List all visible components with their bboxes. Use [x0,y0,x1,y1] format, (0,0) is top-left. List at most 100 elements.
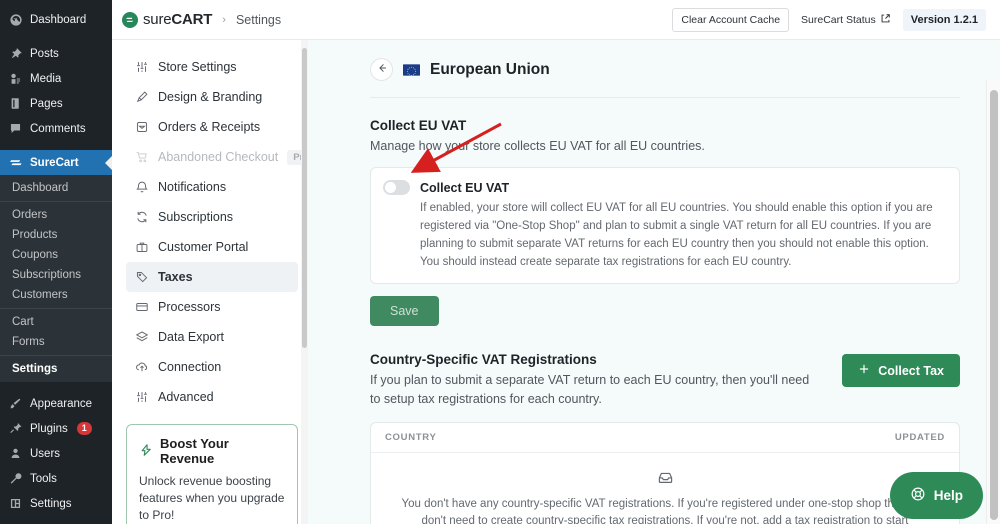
surecart-logo-mark-icon [122,11,138,28]
sliders-icon [134,390,149,405]
sidebar-item-taxes[interactable]: Taxes [126,262,298,292]
logo-bold-part: CART [171,11,213,28]
wrench-icon [8,471,23,486]
surecart-submenu-settings[interactable]: Settings [0,359,112,379]
surecart-submenu-subscriptions[interactable]: Subscriptions [0,265,112,285]
collect-eu-vat-toggle-row: Collect EU VAT [383,180,945,196]
collect-eu-vat-toggle-label: Collect EU VAT [420,180,510,195]
plug-icon [8,421,23,436]
surecart-submenu-customers[interactable]: Customers [0,285,112,305]
wp-menu-divider [0,516,112,524]
wp-menu-label: Plugins [30,422,68,435]
breadcrumb-separator-icon: › [222,13,226,26]
sidebar-item-label: Notifications [158,180,227,194]
sidebar-item-connection[interactable]: Connection [126,352,298,382]
wp-menu-label: Users [30,447,61,460]
surecart-wordmark: sureCART [143,11,212,28]
sidebar-item-subscriptions[interactable]: Subscriptions [126,202,298,232]
pin-icon [8,46,23,61]
wp-menu-item-appearance[interactable]: Appearance [0,391,112,416]
sidebar-item-label: Design & Branding [158,90,263,104]
wp-menu-item-plugins[interactable]: Plugins 1 [0,416,112,441]
boost-card-title: Boost Your Revenue [160,436,229,466]
sidebar-item-label: Subscriptions [158,210,234,224]
sidebar-item-orders-receipts[interactable]: Orders & Receipts [126,112,298,142]
header-actions: Clear Account Cache SureCart Status Vers… [672,7,986,32]
wp-menu-divider [0,141,112,150]
external-link-icon [880,13,891,27]
settings-nav: Store Settings Design & Branding Orders … [112,40,308,524]
wp-menu-divider [0,382,112,391]
wp-menu-divider [0,32,112,41]
wp-menu-label: Settings [30,497,72,510]
sidebar-item-advanced[interactable]: Advanced [126,382,298,412]
wp-menu-item-posts[interactable]: Posts [0,41,112,66]
comments-icon [8,121,23,136]
cart-icon [134,150,149,165]
surecart-logo[interactable]: sureCART [122,11,212,28]
breadcrumb[interactable]: Settings [236,13,281,27]
version-badge: Version 1.2.1 [902,8,986,31]
bell-icon [134,180,149,195]
sidebar-item-store-settings[interactable]: Store Settings [126,52,298,82]
wp-menu-item-users[interactable]: Users [0,441,112,466]
country-specific-text: Country-Specific VAT Registrations If yo… [370,352,822,407]
sidebar-item-label: Advanced [158,390,214,404]
surecart-status-label: SureCart Status [801,13,876,26]
wp-menu-item-pages[interactable]: Pages [0,91,112,116]
surecart-submenu-products[interactable]: Products [0,225,112,245]
wp-menu-item-media[interactable]: Media [0,66,112,91]
surecart-status-link[interactable]: SureCart Status [801,13,891,27]
collect-eu-vat-heading: Collect EU VAT [370,118,467,133]
wp-menu-item-settings[interactable]: Settings [0,491,112,516]
sidebar-item-customer-portal[interactable]: Customer Portal [126,232,298,262]
collect-tax-button[interactable]: Collect Tax [842,354,960,388]
surecart-submenu-orders[interactable]: Orders [0,205,112,225]
admin-screen: Dashboard Posts Media Pages Comments Sur… [0,0,1000,524]
sidebar-item-processors[interactable]: Processors [126,292,298,322]
wp-menu-label: Tools [30,472,57,485]
paint-icon [134,90,149,105]
surecart-submenu-forms[interactable]: Forms [0,332,112,352]
sidebar-item-label: Store Settings [158,60,237,74]
scrollbar-thumb[interactable] [302,48,307,348]
sidebar-item-label: Taxes [158,270,193,284]
surecart-submenu-cart[interactable]: Cart [0,312,112,332]
wp-menu-item-surecart[interactable]: SureCart [0,150,112,175]
collect-tax-label: Collect Tax [878,363,944,378]
sidebar-item-data-export[interactable]: Data Export [126,322,298,352]
settings-content: European Union Collect EU VAT Manage how… [308,40,1000,524]
plugins-update-badge: 1 [76,421,92,436]
sidebar-item-label: Customer Portal [158,240,249,254]
sidebar-item-label: Data Export [158,330,225,344]
wp-menu-label: Pages [30,97,63,110]
collect-eu-vat-description: If enabled, your store will collect EU V… [420,202,933,268]
settings-nav-scrollbar[interactable] [301,40,308,524]
sidebar-item-notifications[interactable]: Notifications [126,172,298,202]
clear-account-cache-button[interactable]: Clear Account Cache [672,7,790,32]
page-scrollbar[interactable] [986,80,1000,524]
lightning-icon [139,443,153,460]
back-button[interactable] [370,58,393,81]
dashboard-icon [8,12,23,27]
pages-icon [8,96,23,111]
wp-menu-item-comments[interactable]: Comments [0,116,112,141]
help-button[interactable]: Help [889,472,983,519]
scrollbar-thumb[interactable] [990,90,998,520]
collect-eu-vat-toggle[interactable] [383,180,410,196]
wp-menu-item-dashboard[interactable]: Dashboard [0,7,112,32]
wp-menu-item-tools[interactable]: Tools [0,466,112,491]
sidebar-item-abandoned-checkout[interactable]: Abandoned Checkout Pro [126,142,308,172]
sidebar-item-label: Processors [158,300,221,314]
lifebuoy-icon [910,486,926,505]
surecart-submenu-coupons[interactable]: Coupons [0,245,112,265]
logo-light-part: sure [143,11,172,28]
sliders-icon [134,60,149,75]
sidebar-item-design-branding[interactable]: Design & Branding [126,82,298,112]
country-specific-header: Country-Specific VAT Registrations If yo… [370,352,960,407]
back-arrow-icon [376,62,388,77]
save-button[interactable]: Save [370,296,439,327]
surecart-app: sureCART › Settings Clear Account Cache … [112,0,1000,524]
media-icon [8,71,23,86]
surecart-submenu-dashboard[interactable]: Dashboard [0,178,112,198]
